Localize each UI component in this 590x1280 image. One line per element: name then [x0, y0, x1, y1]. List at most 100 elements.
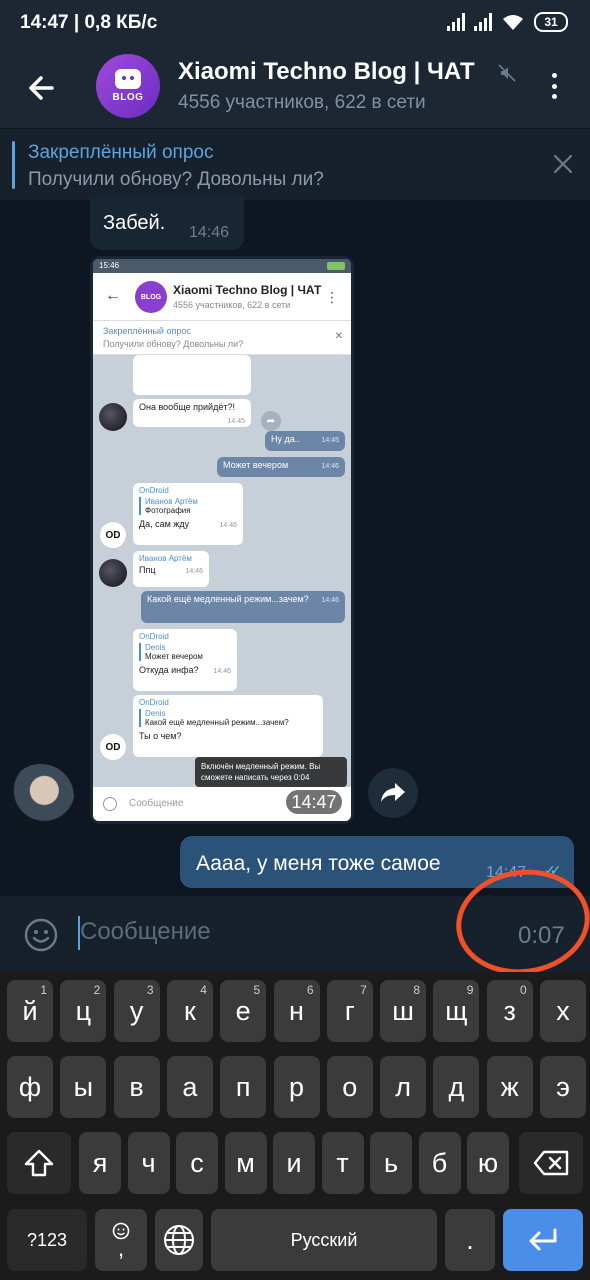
msg-time: 14:46 [219, 522, 237, 529]
key-г[interactable]: г7 [326, 980, 373, 1042]
key-hint: 6 [306, 983, 314, 997]
keyboard: ?123 , Русский . й1ц2у3к4е5н6г7ш8щ9з0 х фы… [0, 972, 590, 1280]
wifi-icon [503, 15, 523, 30]
status-icons: 31 [447, 12, 568, 32]
msg-text: Ну да.. [271, 434, 300, 444]
space-key[interactable]: Русский [211, 1209, 437, 1271]
key-и[interactable]: и [273, 1132, 315, 1194]
message-input[interactable] [80, 918, 380, 946]
robot-face-icon [115, 69, 141, 89]
key-ш[interactable]: ш8 [380, 980, 427, 1042]
key-label: з [503, 995, 516, 1026]
avatar: OD [99, 521, 127, 549]
key-й[interactable]: й1 [7, 980, 53, 1042]
key-label: п [235, 1071, 251, 1102]
key-п[interactable]: п [220, 1056, 267, 1118]
more-menu-icon: ⋮ [325, 289, 339, 305]
more-menu-icon[interactable] [540, 70, 568, 102]
screenshot-header: ← BLOG Xiaomi Techno Blog | ЧАТ 4556 уча… [93, 273, 351, 321]
enter-key[interactable] [503, 1209, 583, 1271]
symbols-key[interactable]: ?123 [7, 1209, 87, 1271]
key-label: г [344, 995, 355, 1026]
shift-key[interactable] [7, 1132, 71, 1194]
slow-mode-toast: Включён медленный режим. Вы сможете напи… [195, 757, 347, 787]
key-в[interactable]: в [113, 1056, 160, 1118]
share-button[interactable] [368, 768, 418, 818]
pinned-text: Получили обнову? Довольны ли? [28, 169, 324, 190]
close-icon[interactable] [550, 151, 576, 177]
key-label: т [336, 1147, 349, 1178]
chat-subtitle: 4556 участников, 622 в сети [178, 92, 426, 113]
key-label: в [129, 1071, 144, 1102]
key-я[interactable]: я [79, 1132, 121, 1194]
back-arrow-icon[interactable] [22, 68, 62, 108]
chat-title[interactable]: Xiaomi Techno Blog | ЧАТ [178, 58, 475, 86]
photo-message[interactable]: 15:46 ← BLOG Xiaomi Techno Blog | ЧАТ 45… [90, 256, 354, 824]
msg-text: Она вообще прийдёт?! [139, 402, 235, 412]
msg-time: 14:46 [213, 668, 231, 675]
key-label: а [182, 1071, 198, 1102]
key-о[interactable]: о [326, 1056, 373, 1118]
screenshot-image: 15:46 ← BLOG Xiaomi Techno Blog | ЧАТ 45… [93, 259, 351, 821]
msg-time: 14:45 [227, 418, 245, 425]
key-label: й [22, 995, 38, 1026]
key-label: ь [383, 1147, 399, 1178]
sender-avatar[interactable] [8, 764, 74, 830]
comma-label: , [117, 1236, 125, 1261]
key-э[interactable]: э [540, 1056, 586, 1118]
photo-time: 14:47 [286, 790, 342, 814]
key-е[interactable]: е5 [220, 980, 267, 1042]
enter-icon [529, 1228, 557, 1251]
key-label: ц [75, 995, 92, 1026]
period-key[interactable]: . [445, 1209, 495, 1271]
key-р[interactable]: р [273, 1056, 320, 1118]
msg-author: OnDroid [139, 698, 169, 707]
key-щ[interactable]: щ9 [433, 980, 480, 1042]
key-ь[interactable]: ь [370, 1132, 412, 1194]
key-с[interactable]: с [176, 1132, 218, 1194]
incoming-message[interactable]: Забей. 14:46 [90, 196, 244, 250]
key-label: л [395, 1071, 411, 1102]
screenshot-msg: Иванов Артём Ппц 14:46 [133, 551, 209, 587]
key-ф[interactable]: ф [7, 1056, 53, 1118]
key-ж[interactable]: ж [486, 1056, 533, 1118]
battery-icon [327, 262, 345, 270]
key-н[interactable]: н6 [273, 980, 320, 1042]
key-д[interactable]: д [433, 1056, 480, 1118]
emoji-icon [103, 797, 117, 811]
key-ц[interactable]: ц2 [60, 980, 107, 1042]
msg-time: 14:46 [185, 568, 203, 575]
key-б[interactable]: б [418, 1132, 461, 1194]
signal-icon [447, 13, 465, 31]
key-м[interactable]: м [224, 1132, 267, 1194]
key-а[interactable]: а [166, 1056, 213, 1118]
key-label: б [431, 1147, 448, 1178]
key-label: х [556, 995, 570, 1026]
key-label: у [129, 995, 144, 1026]
quote-author: Иванов Артём [145, 497, 198, 506]
key-у[interactable]: у3 [113, 980, 160, 1042]
comma-key[interactable]: , [95, 1209, 147, 1271]
msg-text: Ты о чем? [139, 731, 182, 741]
language-key[interactable] [155, 1209, 203, 1271]
key-label: ф [18, 1071, 42, 1102]
key-х[interactable]: х [540, 980, 586, 1042]
key-л[interactable]: л [380, 1056, 427, 1118]
emoji-icon[interactable] [24, 918, 58, 952]
avatar: OD [99, 733, 127, 761]
screenshot-pinned: Закреплённый опрос Получили обнову? Дово… [93, 321, 351, 355]
chat-avatar[interactable]: BLOG [96, 54, 160, 118]
key-label: ж [500, 1071, 519, 1102]
backspace-key[interactable] [519, 1132, 583, 1194]
key-hint: 8 [413, 983, 421, 997]
key-т[interactable]: т [321, 1132, 364, 1194]
pinned-message[interactable]: Закреплённый опрос Получили обнову? Дово… [0, 128, 590, 200]
key-к[interactable]: к4 [166, 980, 213, 1042]
quote-text: Какой ещё медленный режим...зачем? [145, 718, 289, 727]
key-ы[interactable]: ы [60, 1056, 107, 1118]
msg-quote: Denis Может вечером [139, 643, 231, 661]
close-icon: ✕ [334, 331, 343, 342]
key-з[interactable]: з0 [486, 980, 533, 1042]
key-ч[interactable]: ч [127, 1132, 170, 1194]
key-ю[interactable]: ю [467, 1132, 509, 1194]
